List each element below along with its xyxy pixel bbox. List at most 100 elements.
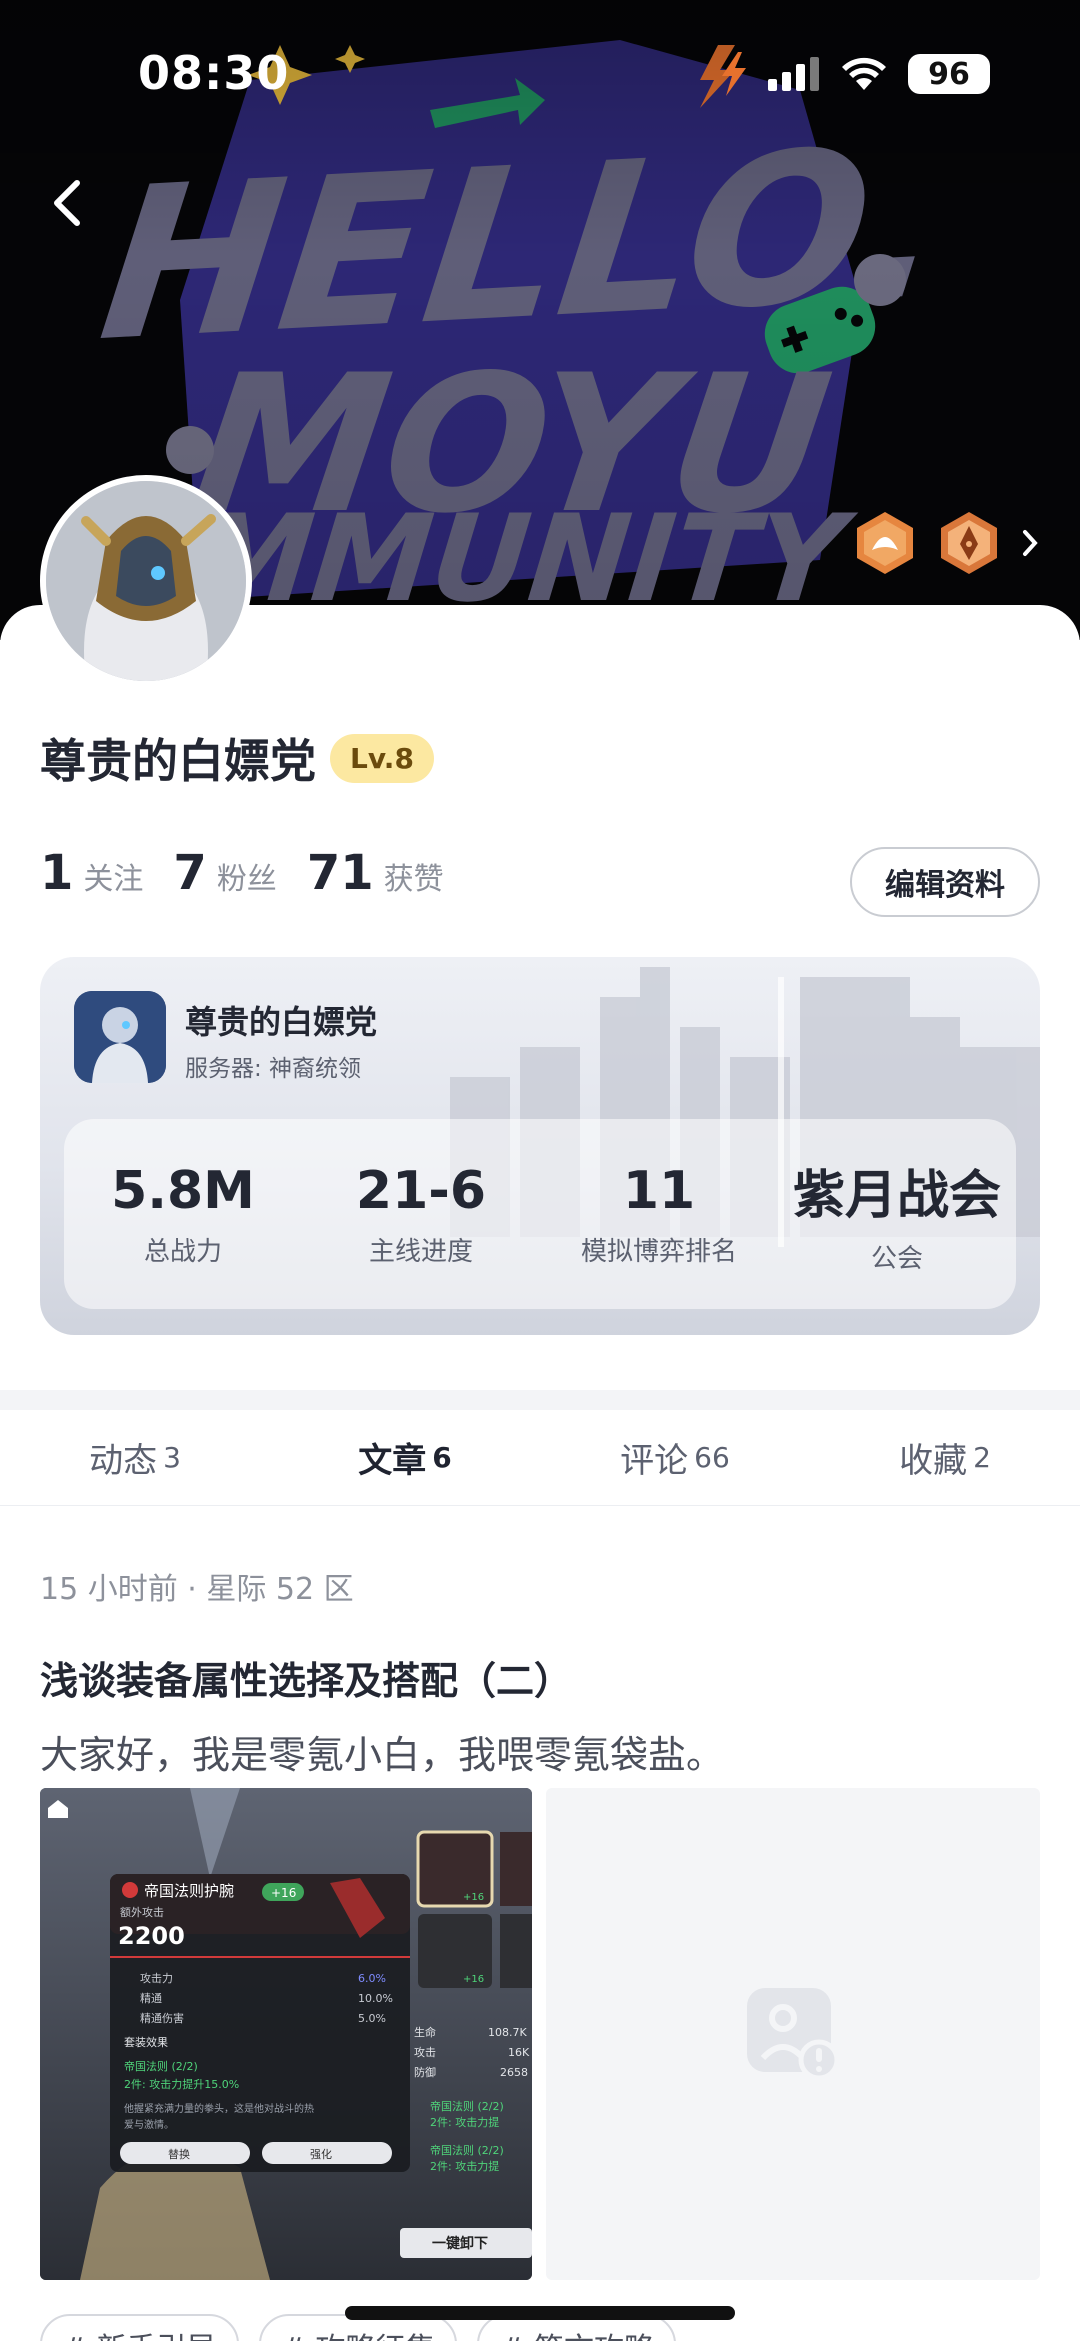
svg-text:6.0%: 6.0% bbox=[358, 1972, 386, 1985]
edit-profile-button[interactable]: 编辑资料 bbox=[850, 847, 1040, 917]
status-icons: 96 bbox=[718, 52, 990, 96]
item-sub: 额外攻击 bbox=[120, 1905, 164, 1919]
tab-comments-label: 评论 bbox=[620, 1441, 689, 1481]
svg-text:帝国法则 (2/2): 帝国法则 (2/2) bbox=[430, 2099, 504, 2113]
chevron-left-icon bbox=[54, 180, 80, 226]
social-stats: 1 关注 7 粉丝 71 获赞 bbox=[40, 845, 444, 901]
tag-newbie-guide[interactable]: # 新手引导 bbox=[40, 2314, 239, 2341]
post-title[interactable]: 浅谈装备属性选择及搭配（二） bbox=[40, 1650, 572, 1705]
user-name: 尊贵的白嫖党 bbox=[40, 734, 316, 788]
svg-text:攻击: 攻击 bbox=[414, 2045, 436, 2059]
svg-text:一键卸下: 一键卸下 bbox=[432, 2235, 488, 2252]
followers-count: 7 bbox=[173, 845, 207, 901]
status-time: 08:30 bbox=[138, 46, 290, 100]
tab-articles-label-wrap: 文章 bbox=[352, 1433, 432, 1486]
progress-label: 主线进度 bbox=[368, 1236, 473, 1267]
svg-text:替换: 替换 bbox=[168, 2147, 190, 2161]
svg-text:他握紧充满力量的拳头，这是他对战斗的热: 他握紧充满力量的拳头，这是他对战斗的热 bbox=[124, 2102, 314, 2115]
power-label: 总战力 bbox=[143, 1236, 222, 1267]
name-row: 尊贵的白嫖党 Lv.8 bbox=[40, 725, 434, 791]
svg-text:5.0%: 5.0% bbox=[358, 2012, 386, 2025]
svg-text:+16: +16 bbox=[463, 1974, 484, 1985]
guild-stat: 紫月战会 公会 bbox=[778, 1153, 1016, 1275]
post-excerpt: 大家好，我是零氪小白，我喂零氪袋盐。 bbox=[40, 1733, 725, 1777]
followers-stat[interactable]: 7 粉丝 bbox=[173, 845, 276, 901]
rank-label: 模拟博弈排名 bbox=[580, 1236, 737, 1267]
game-server: 服务器: 神裔统领 bbox=[185, 1056, 362, 1082]
tab-articles[interactable]: 文章 6 bbox=[270, 1410, 540, 1505]
tab-activity[interactable]: 动态 3 bbox=[0, 1410, 270, 1505]
svg-text:2件: 攻击力提: 2件: 攻击力提 bbox=[430, 2115, 499, 2129]
guild-value: 紫月战会 bbox=[792, 1166, 1001, 1226]
avatar[interactable] bbox=[40, 475, 252, 687]
following-stat[interactable]: 1 关注 bbox=[40, 845, 143, 901]
svg-text:套装效果: 套装效果 bbox=[124, 2035, 168, 2049]
item-plus: +16 bbox=[271, 1886, 296, 1900]
svg-text:帝国法则 (2/2): 帝国法则 (2/2) bbox=[430, 2143, 504, 2157]
moyu-medal-icon[interactable] bbox=[852, 510, 918, 576]
post-image-placeholder[interactable] bbox=[546, 1788, 1040, 2280]
tab-favorites-count: 2 bbox=[973, 1441, 991, 1474]
game-role-name: 尊贵的白嫖党 bbox=[185, 1003, 378, 1041]
tab-favorites-label: 收藏 bbox=[899, 1441, 968, 1481]
svg-text:2件: 攻击力提升15.0%: 2件: 攻击力提升15.0% bbox=[124, 2077, 239, 2091]
wifi-icon bbox=[842, 57, 886, 90]
tab-articles-label: 文章 bbox=[358, 1441, 427, 1481]
back-button[interactable] bbox=[36, 168, 96, 238]
svg-text:精通: 精通 bbox=[140, 1992, 162, 2005]
svg-text:+16: +16 bbox=[463, 1892, 484, 1903]
game-stats-panel: 5.8M 总战力 21-6 主线进度 11 模拟博弈排名 紫月战会 公会 bbox=[64, 1119, 1016, 1309]
article-post[interactable]: 15 小时前 · 星际 52 区 浅谈装备属性选择及搭配（二） 大家好，我是零氪… bbox=[0, 1506, 1080, 2341]
chevron-right-icon[interactable] bbox=[1020, 528, 1040, 558]
charging-bolt-icon bbox=[722, 52, 746, 96]
pen-medal-icon[interactable] bbox=[936, 510, 1002, 576]
svg-text:2件: 攻击力提: 2件: 攻击力提 bbox=[430, 2159, 499, 2173]
battery-icon: 96 bbox=[908, 54, 990, 94]
game-icon bbox=[74, 991, 166, 1083]
progress-value: 21-6 bbox=[355, 1160, 487, 1221]
svg-text:爱与激情。: 爱与激情。 bbox=[124, 2118, 174, 2131]
tab-favorites[interactable]: 收藏 2 bbox=[810, 1410, 1080, 1505]
svg-text:攻击力: 攻击力 bbox=[140, 1971, 173, 1985]
following-count: 1 bbox=[40, 845, 74, 901]
profile-card: 尊贵的白嫖党 Lv.8 1 关注 7 粉丝 71 获赞 编辑资料 尊贵的白嫖党 … bbox=[0, 605, 1080, 1390]
avatar-image bbox=[46, 481, 246, 681]
equipment-screenshot: 帝国法则护腕 +16 额外攻击 2200 攻击力 6.0% 精通 10.0% 精… bbox=[40, 1788, 532, 2280]
image-placeholder-icon bbox=[747, 1988, 840, 2081]
game-role-card[interactable]: 尊贵的白嫖党 服务器: 神裔统领 5.8M 总战力 21-6 主线进度 11 模… bbox=[40, 957, 1040, 1335]
post-meta: 15 小时前 · 星际 52 区 bbox=[40, 1572, 354, 1607]
game-character-icon bbox=[74, 991, 166, 1083]
svg-text:防御: 防御 bbox=[414, 2065, 436, 2079]
followers-label: 粉丝 bbox=[216, 862, 277, 897]
tab-articles-count: 6 bbox=[432, 1441, 452, 1474]
tab-comments-count: 66 bbox=[694, 1441, 730, 1474]
tab-activity-label: 动态 bbox=[89, 1441, 158, 1481]
svg-text:精通伤害: 精通伤害 bbox=[140, 2011, 184, 2025]
signal-icon bbox=[768, 57, 819, 91]
svg-text:108.7K: 108.7K bbox=[488, 2026, 527, 2039]
tab-activity-count: 3 bbox=[163, 1441, 181, 1474]
tab-comments[interactable]: 评论 66 bbox=[540, 1410, 810, 1505]
post-image-equipment[interactable]: 帝国法则护腕 +16 额外攻击 2200 攻击力 6.0% 精通 10.0% 精… bbox=[40, 1788, 532, 2280]
medal-list[interactable] bbox=[852, 510, 1040, 576]
power-stat: 5.8M 总战力 bbox=[64, 1161, 302, 1268]
svg-text:帝国法则 (2/2): 帝国法则 (2/2) bbox=[124, 2059, 198, 2073]
section-divider bbox=[0, 1390, 1080, 1410]
svg-text:10.0%: 10.0% bbox=[358, 1992, 393, 2005]
guild-label: 公会 bbox=[870, 1244, 923, 1274]
likes-count: 71 bbox=[306, 845, 374, 901]
likes-stat[interactable]: 71 获赞 bbox=[307, 845, 444, 901]
status-bar: 08:30 96 bbox=[0, 40, 1080, 110]
likes-label: 获赞 bbox=[383, 862, 444, 897]
level-badge: Lv.8 bbox=[330, 733, 434, 783]
item-name: 帝国法则护腕 bbox=[144, 1882, 234, 1900]
rank-value: 11 bbox=[622, 1160, 696, 1221]
rank-stat: 11 模拟博弈排名 bbox=[540, 1161, 778, 1268]
content-tabs: 动态 3 文章 6 评论 66 收藏 2 bbox=[0, 1410, 1080, 1506]
progress-stat: 21-6 主线进度 bbox=[302, 1161, 540, 1268]
svg-text:16K: 16K bbox=[508, 2046, 530, 2059]
power-value: 5.8M bbox=[111, 1160, 255, 1221]
svg-text:2658: 2658 bbox=[500, 2066, 528, 2079]
home-indicator bbox=[345, 2306, 735, 2320]
item-value: 2200 bbox=[118, 1922, 185, 1950]
